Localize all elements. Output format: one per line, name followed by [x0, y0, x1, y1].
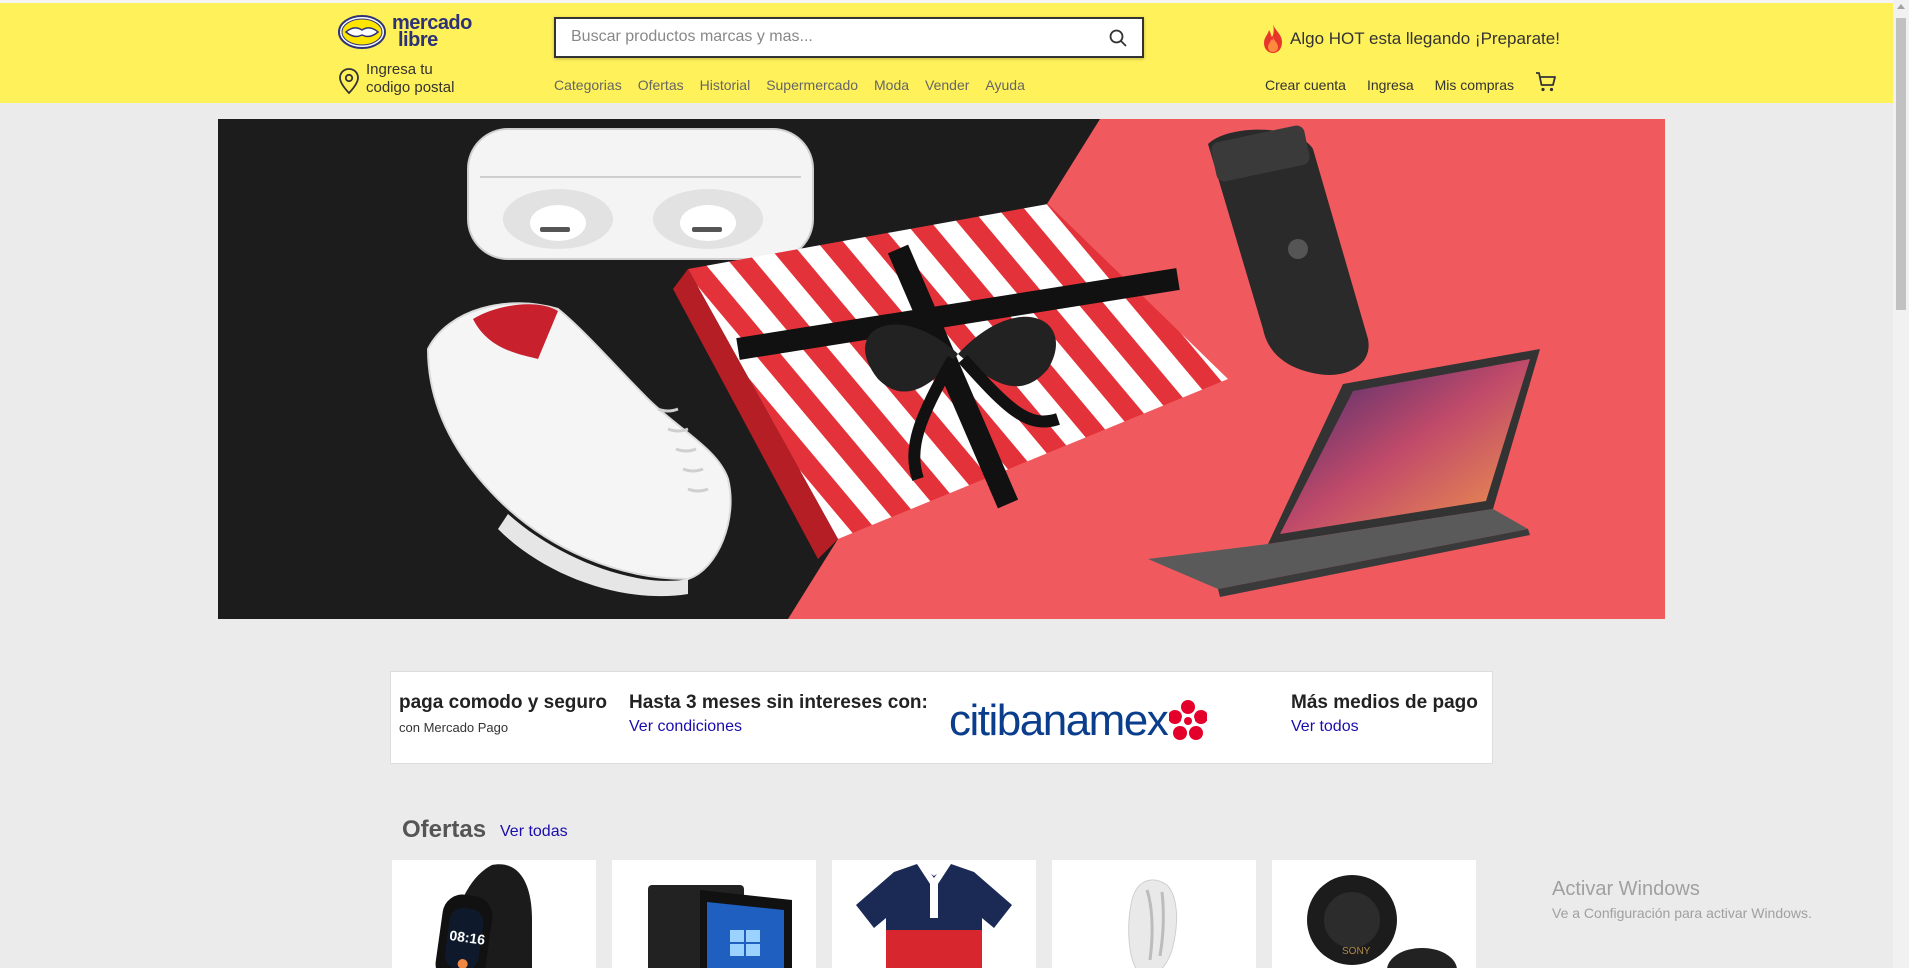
pay-title-more-methods: Más medios de pago — [1291, 692, 1478, 713]
polo-shirt-image — [856, 864, 1012, 968]
main-nav: Categorias Ofertas Historial Supermercad… — [554, 77, 1041, 93]
hero-banner-image — [218, 119, 1665, 619]
page-scrollbar[interactable] — [1893, 0, 1909, 968]
nav-supermercado[interactable]: Supermercado — [766, 77, 858, 93]
pay-more-methods: Más medios de pago Ver todos — [1291, 692, 1478, 736]
hero-banner[interactable] — [218, 119, 1665, 619]
nav-historial[interactable]: Historial — [700, 77, 751, 93]
create-account-link[interactable]: Crear cuenta — [1265, 77, 1346, 93]
citibanamex-logo: citibanamex — [949, 696, 1208, 746]
watermark-title: Activar Windows — [1552, 878, 1700, 900]
scroll-thumb[interactable] — [1896, 18, 1906, 310]
watermark-subtitle: Ve a Configuración para activar Windows. — [1552, 905, 1812, 921]
mercado-libre-logo[interactable]: mercado libre — [338, 13, 478, 55]
flame-icon — [1264, 24, 1282, 53]
payment-info-bar: paga comodo y seguro con Mercado Pago Ha… — [390, 671, 1493, 764]
login-link[interactable]: Ingresa — [1367, 77, 1414, 93]
pay-mercado-pago: paga comodo y seguro con Mercado Pago — [399, 692, 607, 735]
scroll-up-arrow-icon[interactable] — [1897, 4, 1905, 9]
ver-todas-link[interactable]: Ver todas — [500, 823, 568, 841]
logo-text-line2: libre — [398, 29, 438, 51]
pay-title-installments: Hasta 3 meses sin intereses con: — [629, 692, 928, 713]
figurine-image — [1128, 879, 1177, 968]
nav-ayuda[interactable]: Ayuda — [985, 77, 1024, 93]
handshake-logo-icon — [338, 15, 386, 49]
promo-text: Algo HOT esta llegando ¡Preparate! — [1290, 29, 1560, 48]
ver-condiciones-link[interactable]: Ver condiciones — [629, 718, 928, 736]
earbuds-case — [467, 128, 814, 260]
search-icon[interactable] — [1108, 28, 1128, 48]
pay-subtitle-mercado-pago: con Mercado Pago — [399, 720, 509, 735]
search-input[interactable] — [571, 19, 1091, 55]
banamex-flower-icon — [1169, 700, 1208, 740]
user-links: Crear cuenta Ingresa Mis compras — [1265, 72, 1557, 93]
offer-card-smartband[interactable]: 08:16 — [392, 860, 596, 968]
offer-card-polo[interactable] — [832, 860, 1036, 968]
nav-categorias[interactable]: Categorias — [554, 77, 622, 93]
smartband-image: 08:16 — [435, 864, 532, 968]
svg-text:SONY: SONY — [1342, 946, 1371, 957]
pay-installments: Hasta 3 meses sin intereses con: Ver con… — [629, 692, 928, 736]
nav-vender[interactable]: Vender — [925, 77, 969, 93]
cart-icon[interactable] — [1535, 71, 1557, 93]
search-box — [554, 17, 1144, 58]
offer-card-earbuds[interactable]: SONY — [1272, 860, 1476, 968]
offer-card-figurine[interactable] — [1052, 860, 1256, 968]
postal-code-selector[interactable]: Ingresa tu codigo postal — [338, 61, 454, 97]
bank-logo-text: citibanamex — [949, 696, 1169, 745]
location-line2: codigo postal — [366, 79, 455, 96]
earbuds-image: SONY — [1307, 875, 1457, 968]
location-pin-icon — [339, 68, 359, 95]
nav-ofertas[interactable]: Ofertas — [638, 77, 684, 93]
offer-card-laptop[interactable] — [612, 860, 816, 968]
site-header: mercado libre Ingresa tu codigo postal C… — [0, 0, 1893, 103]
location-line1: Ingresa tu — [366, 61, 433, 78]
windows-activation-watermark: Activar Windows Ve a Configuración para … — [1552, 878, 1812, 921]
hot-promo-banner[interactable]: Algo HOT esta llegando ¡Preparate! — [1260, 23, 1560, 55]
ver-todos-link[interactable]: Ver todos — [1291, 718, 1478, 736]
pay-title-secure: paga comodo y seguro — [399, 692, 607, 713]
my-purchases-link[interactable]: Mis compras — [1435, 77, 1514, 93]
nav-moda[interactable]: Moda — [874, 77, 909, 93]
ofertas-heading: Ofertas — [402, 816, 487, 843]
laptop-image — [648, 885, 792, 968]
